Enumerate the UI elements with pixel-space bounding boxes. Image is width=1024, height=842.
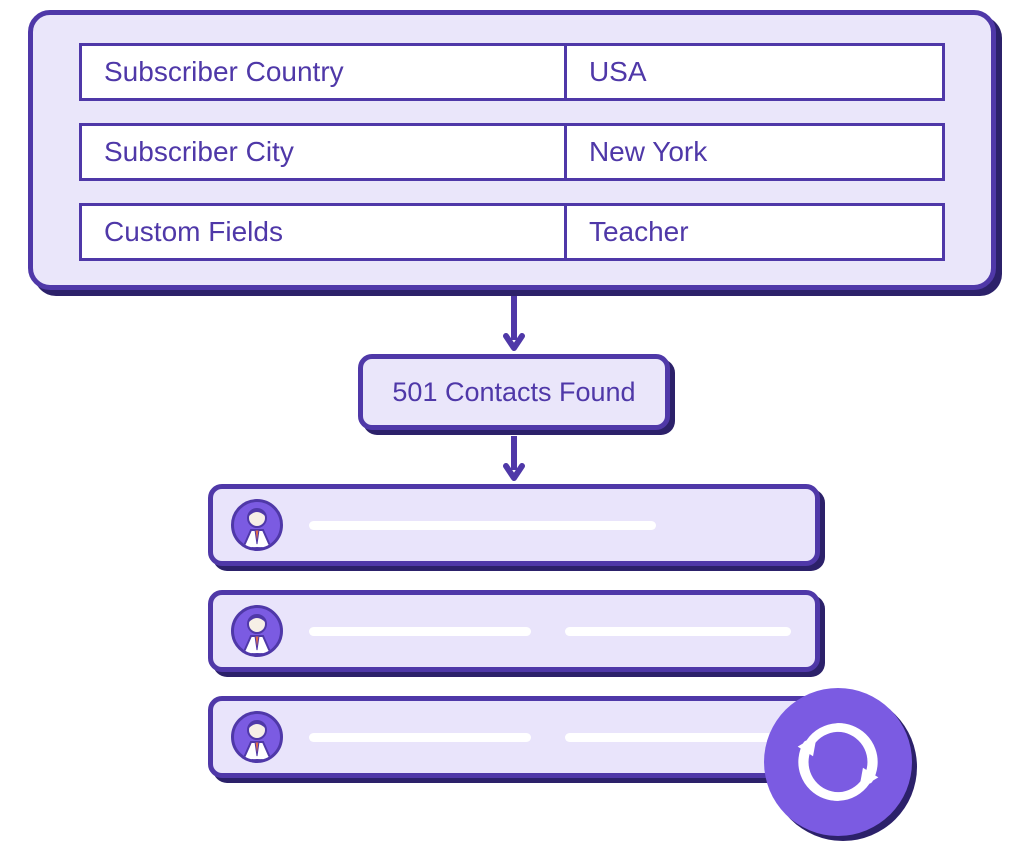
filter-row-country: Subscriber Country USA bbox=[79, 43, 945, 101]
contact-row bbox=[208, 696, 820, 778]
person-avatar-icon bbox=[231, 711, 283, 763]
contact-placeholder bbox=[309, 733, 791, 742]
refresh-icon bbox=[790, 714, 886, 810]
filter-value: USA bbox=[564, 43, 945, 101]
results-count-chip: 501 Contacts Found bbox=[358, 354, 670, 430]
placeholder-line bbox=[565, 733, 791, 742]
contact-placeholder bbox=[309, 521, 791, 530]
filter-row-city: Subscriber City New York bbox=[79, 123, 945, 181]
filter-label: Subscriber City bbox=[79, 123, 564, 181]
placeholder-line bbox=[309, 733, 531, 742]
contacts-list bbox=[208, 484, 820, 802]
placeholder-line bbox=[309, 521, 656, 530]
flow-arrow-icon bbox=[506, 296, 522, 354]
person-avatar-icon bbox=[231, 499, 283, 551]
filter-criteria-card: Subscriber Country USA Subscriber City N… bbox=[28, 10, 996, 290]
filter-label: Custom Fields bbox=[79, 203, 564, 261]
person-avatar-icon bbox=[231, 605, 283, 657]
filter-value: Teacher bbox=[564, 203, 945, 261]
results-count-text: 501 Contacts Found bbox=[392, 377, 635, 408]
filter-row-custom-fields: Custom Fields Teacher bbox=[79, 203, 945, 261]
placeholder-line bbox=[309, 627, 531, 636]
refresh-button[interactable] bbox=[764, 688, 912, 836]
filter-label: Subscriber Country bbox=[79, 43, 564, 101]
placeholder-line bbox=[565, 627, 791, 636]
diagram-stage: Subscriber Country USA Subscriber City N… bbox=[0, 0, 1024, 842]
filter-value: New York bbox=[564, 123, 945, 181]
contact-placeholder bbox=[309, 627, 791, 636]
contact-row bbox=[208, 590, 820, 672]
contact-row bbox=[208, 484, 820, 566]
flow-arrow-icon bbox=[506, 436, 522, 484]
